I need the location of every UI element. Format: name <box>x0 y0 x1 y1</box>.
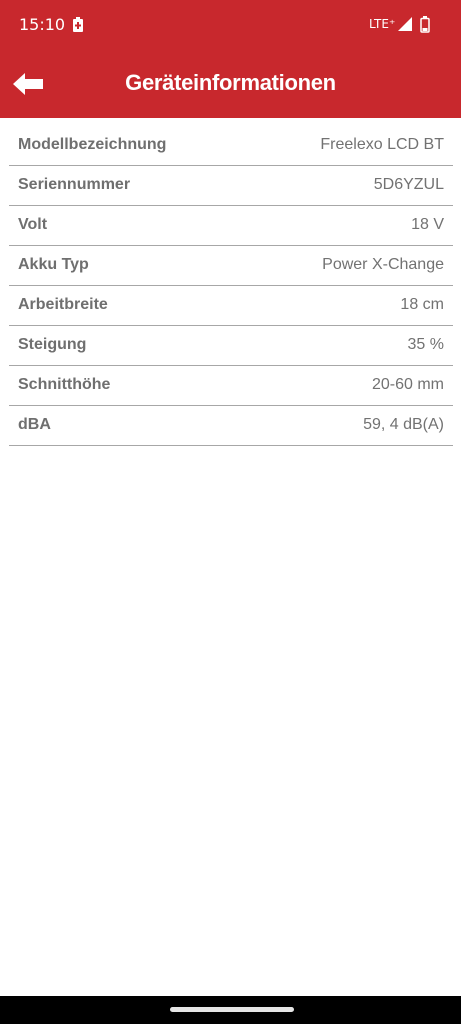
network-type: LTE⁺ <box>369 17 396 31</box>
info-value: 20-60 mm <box>371 376 444 393</box>
info-label: Volt <box>18 216 48 233</box>
info-value: 5D6YZUL <box>373 176 444 193</box>
signal-icon <box>398 17 412 31</box>
app-bar: Geräteinformationen <box>0 52 461 118</box>
battery-low-icon <box>420 16 430 33</box>
info-value: Power X-Change <box>322 256 444 273</box>
info-value: 59, 4 dB(A) <box>363 416 444 433</box>
device-info-list: Modellbezeichnung Freelexo LCD BT Serien… <box>9 126 453 446</box>
navigation-bar <box>0 996 461 1024</box>
info-label: Akku Typ <box>18 256 89 273</box>
page-title: Geräteinformationen <box>125 70 336 95</box>
home-indicator[interactable] <box>170 1007 294 1012</box>
battery-alert-icon <box>73 17 83 32</box>
info-label: Schnitthöhe <box>18 376 111 393</box>
info-value: 18 cm <box>400 296 444 313</box>
info-label: Steigung <box>18 336 87 353</box>
info-row-working-width: Arbeitbreite 18 cm <box>9 286 453 326</box>
info-row-battery-type: Akku Typ Power X-Change <box>9 246 453 286</box>
info-value: 35 % <box>407 336 444 353</box>
info-label: Modellbezeichnung <box>18 136 167 153</box>
info-label: Arbeitbreite <box>18 296 108 313</box>
info-row-volt: Volt 18 V <box>9 206 453 246</box>
info-value: Freelexo LCD BT <box>320 136 444 153</box>
info-label: dBA <box>18 416 51 433</box>
info-row-model: Modellbezeichnung Freelexo LCD BT <box>9 126 453 166</box>
status-time: 15:10 <box>19 15 66 34</box>
info-label: Seriennummer <box>18 176 131 193</box>
info-value: 18 V <box>411 216 444 233</box>
info-row-serial: Seriennummer 5D6YZUL <box>9 166 453 206</box>
info-row-slope: Steigung 35 % <box>9 326 453 366</box>
info-row-dba: dBA 59, 4 dB(A) <box>9 406 453 446</box>
info-row-cutting-height: Schnitthöhe 20-60 mm <box>9 366 453 406</box>
status-bar: 15:10 LTE⁺ <box>0 0 461 52</box>
